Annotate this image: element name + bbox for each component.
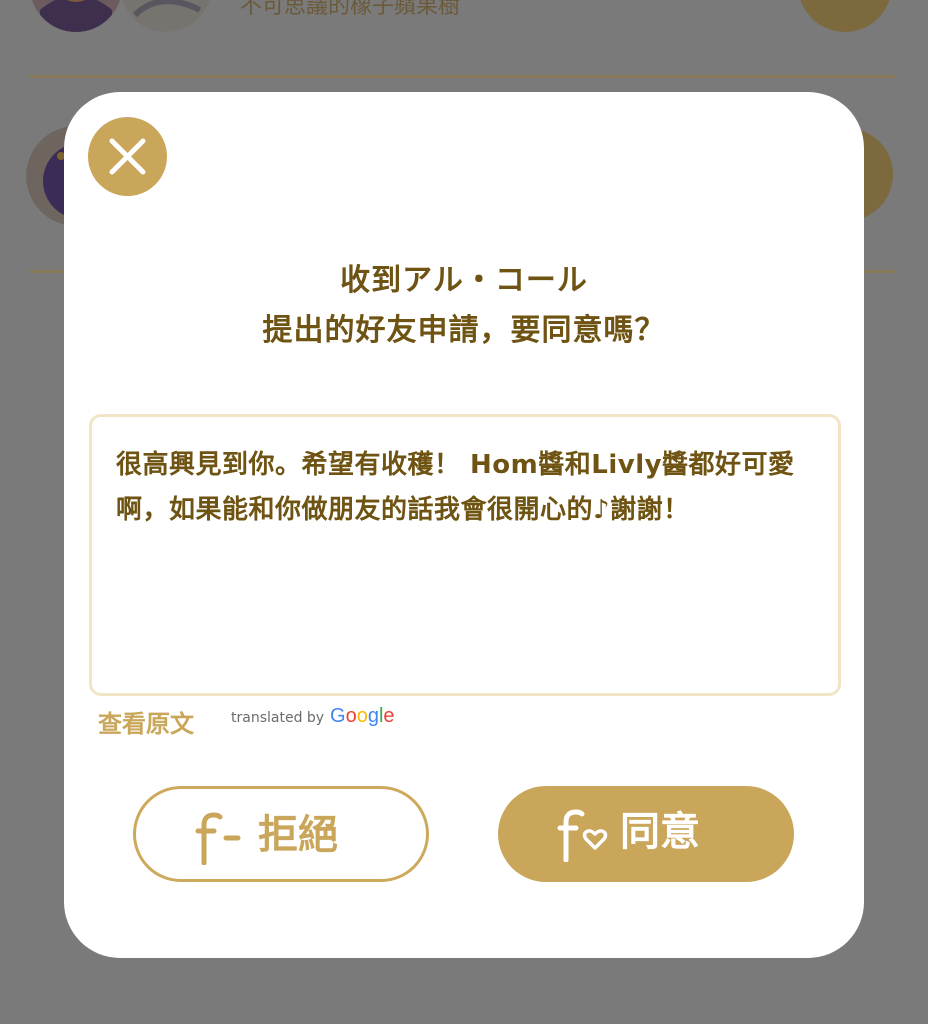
reject-label: 拒絕: [258, 812, 338, 858]
translated-by-label: translated by: [231, 710, 325, 726]
close-icon: [109, 138, 146, 175]
google-logo: Google: [330, 705, 395, 728]
avatar: [120, 0, 212, 32]
friend-name: 不可思議的橡子蘋果樹: [240, 0, 461, 19]
accept-label: 同意: [620, 809, 700, 855]
reject-button[interactable]: 拒絕: [133, 786, 429, 882]
friend-heart-icon: [557, 809, 608, 862]
title-line-1: 收到アル・コール: [340, 263, 588, 298]
friend-remove-icon: [195, 812, 241, 865]
close-button[interactable]: [88, 117, 167, 196]
title-line-2: 提出的好友申請，要同意嗎？: [262, 313, 666, 348]
google-letter: e: [383, 705, 395, 727]
view-original-link[interactable]: 查看原文: [98, 704, 194, 739]
google-letter: o: [345, 705, 357, 727]
google-letter: g: [367, 705, 379, 727]
dialog-title: 收到アル・コール 提出的好友申請，要同意嗎？: [64, 256, 864, 356]
accept-button[interactable]: 同意: [498, 786, 794, 882]
message-box: 很高興見到你。希望有收穫！ Hom醬和Livly醬都好可愛啊，如果能和你做朋友的…: [89, 414, 841, 696]
friend-request-dialog: 收到アル・コール 提出的好友申請，要同意嗎？ 很高興見到你。希望有收穫！ Hom…: [64, 92, 864, 958]
add-friend-button: [798, 0, 892, 32]
google-letter: o: [356, 705, 368, 727]
google-letter: G: [330, 705, 346, 727]
request-message: 很高興見到你。希望有收穫！ Hom醬和Livly醬都好可愛啊，如果能和你做朋友的…: [116, 450, 795, 525]
avatar: [30, 0, 122, 32]
divider: [30, 75, 895, 78]
